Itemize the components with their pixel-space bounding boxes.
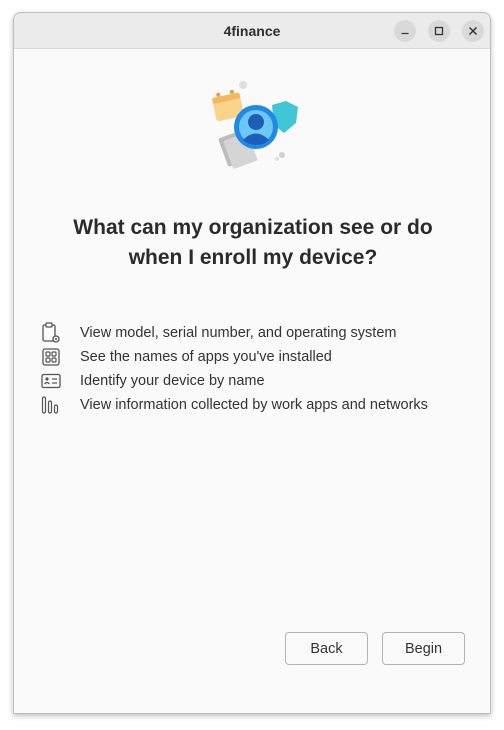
clipboard-gear-icon [40,322,62,344]
title-bar[interactable]: 4finance [14,13,490,49]
window-title: 4finance [223,23,281,39]
list-item: View information collected by work apps … [40,393,480,417]
page-title-line-2: when I enroll my device? [128,246,378,269]
feature-label: Identify your device by name [80,373,265,389]
maximize-button[interactable] [428,20,450,42]
id-card-icon [40,370,62,392]
minimize-icon [401,32,409,35]
privacy-person-illustration [212,81,298,169]
bar-chart-icon [40,394,62,416]
list-item: See the names of apps you've installed [40,345,480,369]
apps-grid-icon [40,346,62,368]
feature-list: View model, serial number, and operating… [40,321,480,417]
list-item: View model, serial number, and operating… [40,321,480,345]
minimize-button[interactable] [394,20,416,42]
begin-button[interactable]: Begin [382,632,465,665]
close-icon [469,27,477,35]
page-title: What can my organization see or do when … [44,213,462,273]
back-button[interactable]: Back [285,632,368,665]
feature-label: View information collected by work apps … [80,397,428,413]
close-button[interactable] [462,20,484,42]
page-title-line-1: What can my organization see or do [73,216,433,239]
list-item: Identify your device by name [40,369,480,393]
feature-label: View model, serial number, and operating… [80,325,397,341]
feature-label: See the names of apps you've installed [80,349,332,365]
app-window: 4finance What can my organization see or… [13,12,491,714]
maximize-icon [434,26,444,36]
